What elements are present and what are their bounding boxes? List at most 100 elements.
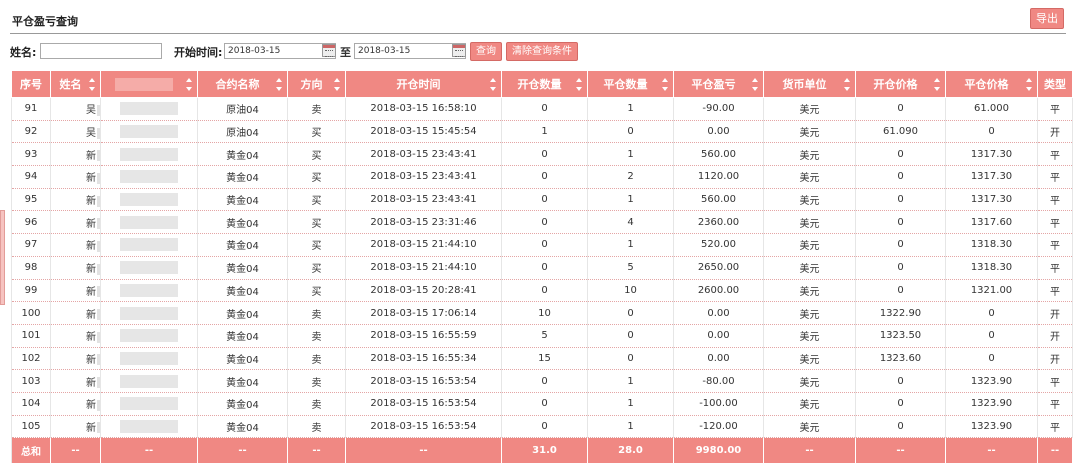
column-header-close-qty[interactable]: 平仓数量 bbox=[587, 70, 674, 98]
column-header-open-qty[interactable]: 开仓数量 bbox=[501, 70, 588, 98]
table-row[interactable]: 104 新黄金04 卖 2018-03-15 16:53:54 0 1 -100.00 美元 0… bbox=[11, 392, 1073, 416]
cell-direction: 买 bbox=[287, 256, 346, 280]
cell-direction: 卖 bbox=[287, 415, 346, 439]
redacted-text bbox=[97, 309, 100, 321]
calendar-icon[interactable] bbox=[322, 44, 336, 57]
cell-open-time: 2018-03-15 16:53:54 bbox=[345, 392, 502, 416]
cell-account bbox=[100, 415, 198, 439]
sort-icon[interactable] bbox=[490, 78, 497, 91]
sort-icon[interactable] bbox=[934, 78, 941, 91]
cell-close-pnl: 2360.00 bbox=[673, 210, 764, 235]
total-open-time: -- bbox=[345, 437, 502, 463]
cell-currency: 美元 bbox=[763, 120, 856, 144]
column-header-contract[interactable]: 合约名称 bbox=[197, 70, 288, 98]
sort-icon[interactable] bbox=[334, 78, 341, 91]
table-row[interactable]: 101 新黄金04 卖 2018-03-15 16:55:59 5 0 0.00 美元 1323… bbox=[11, 324, 1073, 348]
column-header-open-price[interactable]: 开仓价格 bbox=[855, 70, 946, 98]
cell-close-qty: 1 bbox=[587, 97, 674, 121]
cell-close-qty: 1 bbox=[587, 188, 674, 212]
sort-icon[interactable] bbox=[276, 78, 283, 91]
column-header-close-price[interactable]: 平仓价格 bbox=[945, 70, 1038, 98]
sort-icon[interactable] bbox=[576, 78, 583, 91]
clear-query-button[interactable]: 清除查询条件 bbox=[506, 42, 578, 61]
table-row[interactable]: 105 新黄金04 卖 2018-03-15 16:53:54 0 1 -120.00 美元 0… bbox=[11, 415, 1073, 439]
cell-direction: 买 bbox=[287, 142, 346, 167]
table-row[interactable]: 97 新黄金04 买 2018-03-15 21:44:10 0 1 520.00 美元 0 13… bbox=[11, 233, 1073, 257]
cell-open-price: 0 bbox=[855, 210, 946, 235]
table-row[interactable]: 96 新黄金04 买 2018-03-15 23:31:46 0 4 2360.00 美元 0 1… bbox=[11, 210, 1073, 235]
cell-close-qty: 10 bbox=[587, 279, 674, 303]
cell-direction: 卖 bbox=[287, 301, 346, 325]
redacted-text bbox=[120, 419, 178, 433]
cell-open-time: 2018-03-15 20:28:41 bbox=[345, 279, 502, 303]
cell-close-pnl: 2600.00 bbox=[673, 279, 764, 303]
cell-open-price: 0 bbox=[855, 256, 946, 280]
start-date-input[interactable] bbox=[224, 43, 336, 59]
column-header-currency[interactable]: 货币单位 bbox=[763, 70, 856, 98]
cell-close-pnl: 560.00 bbox=[673, 188, 764, 212]
cell-currency: 美元 bbox=[763, 142, 856, 167]
table-row[interactable]: 102 新黄金04 卖 2018-03-15 16:55:34 15 0 0.00 美元 132… bbox=[11, 347, 1073, 371]
sort-icon[interactable] bbox=[844, 78, 851, 91]
cell-open-time: 2018-03-15 23:43:41 bbox=[345, 165, 502, 189]
query-button[interactable]: 查询 bbox=[470, 42, 502, 61]
table-row[interactable]: 91 吴原油04 卖 2018-03-15 16:58:10 0 1 -90.00 美元 0 61… bbox=[11, 97, 1073, 121]
cell-close-qty: 0 bbox=[587, 301, 674, 325]
table-row[interactable]: 98 新黄金04 买 2018-03-15 21:44:10 0 5 2650.00 美元 0 1… bbox=[11, 256, 1073, 280]
calendar-icon[interactable] bbox=[452, 44, 466, 57]
name-input[interactable] bbox=[40, 43, 162, 59]
cell-open-price: 61.090 bbox=[855, 120, 946, 144]
cell-open-qty: 15 bbox=[501, 347, 588, 371]
cell-close-pnl: 560.00 bbox=[673, 142, 764, 167]
cell-close-pnl: 1120.00 bbox=[673, 165, 764, 189]
table-row[interactable]: 92 吴原油04 买 2018-03-15 15:45:54 1 0 0.00 美元 61.09… bbox=[11, 120, 1073, 144]
column-header-label: 开仓时间 bbox=[396, 78, 441, 91]
column-header-direction[interactable]: 方向 bbox=[287, 70, 346, 98]
table-row[interactable]: 103 新黄金04 卖 2018-03-15 16:53:54 0 1 -80.00 美元 0 1… bbox=[11, 369, 1073, 393]
cell-index: 91 bbox=[11, 97, 51, 121]
total-direction: -- bbox=[287, 437, 346, 463]
cell-account bbox=[100, 120, 198, 144]
table-row[interactable]: 100 新黄金04 卖 2018-03-15 17:06:14 10 0 0.00 美元 132… bbox=[11, 301, 1073, 325]
cell-open-price: 1322.90 bbox=[855, 301, 946, 325]
cell-index: 102 bbox=[11, 347, 51, 371]
column-header-account[interactable] bbox=[100, 70, 198, 98]
cell-type: 平 bbox=[1037, 369, 1073, 393]
cell-open-time: 2018-03-15 16:53:54 bbox=[345, 415, 502, 439]
sort-icon[interactable] bbox=[186, 78, 193, 91]
cell-close-qty: 0 bbox=[587, 347, 674, 371]
cell-close-qty: 2 bbox=[587, 165, 674, 189]
cell-open-time: 2018-03-15 16:58:10 bbox=[345, 97, 502, 121]
column-header-close-pnl[interactable]: 平仓盈亏 bbox=[673, 70, 764, 98]
cell-close-price: 0 bbox=[945, 301, 1038, 325]
sort-icon[interactable] bbox=[89, 78, 96, 91]
cell-open-qty: 0 bbox=[501, 279, 588, 303]
sort-icon[interactable] bbox=[662, 78, 669, 91]
table-row[interactable]: 99 新黄金04 买 2018-03-15 20:28:41 0 10 2600.00 美元 0… bbox=[11, 279, 1073, 303]
cell-name: 新 bbox=[50, 392, 101, 416]
cell-open-qty: 0 bbox=[501, 142, 588, 167]
sort-icon[interactable] bbox=[1026, 78, 1033, 91]
cell-close-price: 1323.90 bbox=[945, 369, 1038, 393]
cell-currency: 美元 bbox=[763, 415, 856, 439]
cell-name: 新 bbox=[50, 415, 101, 439]
cell-open-qty: 0 bbox=[501, 97, 588, 121]
cell-open-time: 2018-03-15 23:43:41 bbox=[345, 188, 502, 212]
cell-open-qty: 1 bbox=[501, 120, 588, 144]
redacted-text bbox=[120, 238, 178, 252]
export-button[interactable]: 导出 bbox=[1030, 8, 1064, 29]
redacted-text bbox=[97, 104, 100, 116]
cell-open-qty: 0 bbox=[501, 188, 588, 212]
column-header-name[interactable]: 姓名 bbox=[50, 70, 101, 98]
sort-icon[interactable] bbox=[752, 78, 759, 91]
column-header-open-time[interactable]: 开仓时间 bbox=[345, 70, 502, 98]
redacted-text bbox=[120, 351, 178, 365]
table-row[interactable]: 95 新黄金04 买 2018-03-15 23:43:41 0 1 560.00 美元 0 13… bbox=[11, 188, 1073, 212]
table-row[interactable]: 93 新黄金04 买 2018-03-15 23:43:41 0 1 560.00 美元 0 13… bbox=[11, 142, 1073, 167]
cell-index: 93 bbox=[11, 142, 51, 167]
side-collapse-handle[interactable] bbox=[0, 210, 5, 305]
end-date-input[interactable] bbox=[354, 43, 466, 59]
cell-contract: 原油04 bbox=[197, 120, 288, 144]
table-row[interactable]: 94 新黄金04 买 2018-03-15 23:43:41 0 2 1120.00 美元 0 1… bbox=[11, 165, 1073, 189]
cell-close-qty: 4 bbox=[587, 210, 674, 235]
